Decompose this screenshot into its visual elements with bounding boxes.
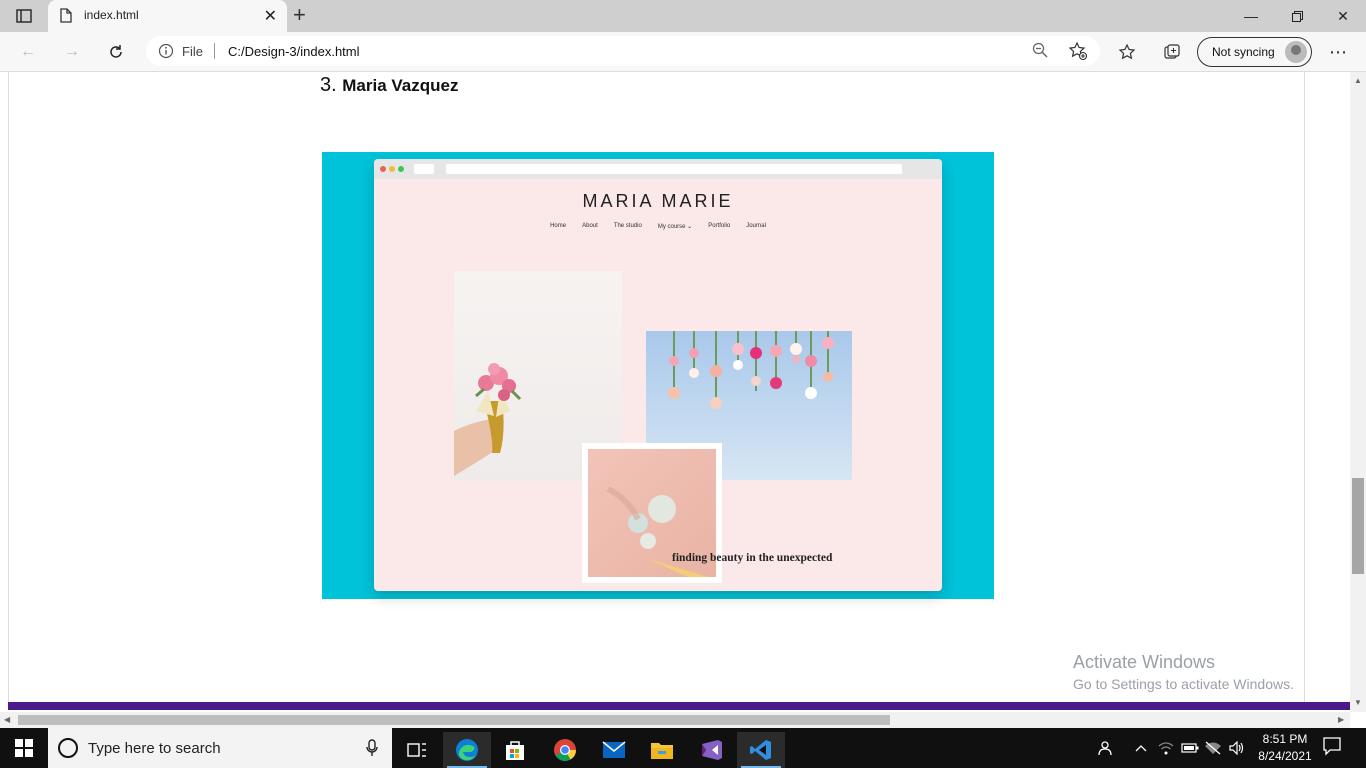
chevron-up-icon[interactable]: [1132, 728, 1150, 768]
favorites-icon[interactable]: [1115, 40, 1139, 64]
task-view-icon[interactable]: [393, 732, 441, 768]
mock-close-dot: [380, 166, 386, 172]
mock-maximize-dot: [398, 166, 404, 172]
mock-site-tagline: finding beauty in the unexpected: [672, 552, 833, 564]
people-icon[interactable]: [1094, 728, 1116, 768]
file-explorer-icon[interactable]: [638, 732, 686, 768]
network-icon[interactable]: [1156, 728, 1176, 768]
microphone-icon[interactable]: [366, 739, 378, 762]
tab-actions-icon[interactable]: [10, 7, 38, 25]
close-window-button[interactable]: ✕: [1320, 0, 1366, 32]
portfolio-screenshot-image: MARIA MARIE Home About The studio My cou…: [322, 152, 994, 599]
mock-menu-item: Home: [550, 223, 567, 229]
address-prefix: File: [182, 44, 203, 59]
mock-nav-buttons: [414, 164, 434, 174]
browser-toolbar: ← → File C:/Design-3/index.html Not sync…: [0, 32, 1366, 72]
windows-taskbar: Type here to search 8:51 PM 8/24/2021: [0, 728, 1366, 768]
taskbar-clock[interactable]: 8:51 PM 8/24/2021: [1250, 731, 1320, 765]
mock-menu-item: Portfolio: [708, 223, 731, 229]
clock-time: 8:51 PM: [1262, 732, 1308, 746]
page-viewport: 3. Maria Vazquez MARIA MARIE Home About …: [0, 72, 1350, 712]
mock-site-menu: Home About The studio My course ⌄ Portfo…: [374, 223, 942, 230]
zoom-icon[interactable]: [1032, 42, 1048, 63]
mock-site-title: MARIA MARIE: [582, 191, 734, 211]
add-favorite-icon[interactable]: [1068, 41, 1088, 66]
taskbar-search-box[interactable]: Type here to search: [48, 728, 392, 768]
battery-icon[interactable]: [1180, 728, 1200, 768]
chrome-icon[interactable]: [541, 732, 589, 768]
clock-date: 8/24/2021: [1258, 749, 1312, 763]
vertical-scroll-thumb[interactable]: [1352, 478, 1364, 574]
windows-logo-icon: [15, 739, 33, 757]
mock-menu-item: My course ⌄: [657, 224, 693, 230]
page-border-right: [1304, 72, 1305, 702]
url-text[interactable]: C:/Design-3/index.html: [228, 44, 360, 59]
mock-browser-window: MARIA MARIE Home About The studio My cou…: [374, 159, 942, 591]
info-icon[interactable]: [158, 43, 174, 64]
title-bar: index.html ✕ + — ✕: [0, 0, 1366, 32]
store-icon[interactable]: [491, 732, 539, 768]
minimize-button[interactable]: —: [1228, 0, 1274, 32]
address-separator: [214, 43, 215, 59]
new-tab-button[interactable]: +: [293, 4, 306, 26]
mock-menu-item: The studio: [613, 223, 642, 229]
tab-title: index.html: [84, 8, 139, 22]
vertical-scrollbar[interactable]: ▲ ▼: [1350, 72, 1366, 712]
more-menu-icon[interactable]: ⋯: [1326, 40, 1350, 64]
search-placeholder: Type here to search: [88, 740, 221, 757]
mock-browser-bar: [374, 159, 942, 179]
edge-icon[interactable]: [443, 732, 491, 768]
mail-icon[interactable]: [590, 732, 638, 768]
horizontal-scroll-thumb[interactable]: [18, 715, 890, 725]
item-number: 3.: [320, 74, 337, 96]
address-bar[interactable]: File C:/Design-3/index.html: [146, 36, 1100, 66]
scroll-down-icon[interactable]: ▼: [1354, 698, 1362, 707]
wifi-off-icon[interactable]: [1203, 728, 1223, 768]
page-border-left: [8, 72, 9, 702]
mock-minimize-dot: [389, 166, 395, 172]
mock-menu-item: Journal: [746, 223, 766, 229]
forward-button[interactable]: →: [60, 40, 84, 64]
scroll-left-icon[interactable]: ◀: [4, 715, 10, 724]
item-name: Maria Vazquez: [342, 76, 459, 95]
close-tab-icon[interactable]: ✕: [264, 6, 277, 26]
cortana-icon: [58, 738, 78, 758]
scroll-up-icon[interactable]: ▲: [1354, 76, 1362, 85]
mock-menu-item: About: [582, 223, 598, 229]
footer-accent-line: [8, 702, 1350, 710]
profile-sync-button[interactable]: Not syncing: [1197, 37, 1312, 67]
start-button[interactable]: [0, 728, 48, 768]
mock-url-bar: [446, 164, 902, 174]
restore-button[interactable]: [1274, 0, 1320, 32]
horizontal-scrollbar[interactable]: ◀ ▶: [0, 712, 1350, 728]
collections-icon[interactable]: [1160, 40, 1184, 64]
notification-center-icon[interactable]: [1322, 736, 1342, 761]
refresh-button[interactable]: [104, 40, 128, 64]
vscode-icon[interactable]: [737, 732, 785, 768]
visual-studio-icon[interactable]: [688, 732, 736, 768]
volume-icon[interactable]: [1226, 728, 1248, 768]
scroll-right-icon[interactable]: ▶: [1338, 715, 1344, 724]
avatar-icon: [1285, 41, 1307, 63]
page-icon: [60, 8, 72, 28]
list-item-heading: 3. Maria Vazquez: [320, 74, 458, 97]
tab-active[interactable]: index.html ✕: [48, 0, 287, 32]
activate-windows-subtitle: Go to Settings to activate Windows.: [1073, 676, 1294, 692]
back-button[interactable]: ←: [16, 40, 40, 64]
sync-label: Not syncing: [1212, 45, 1275, 59]
activate-windows-title: Activate Windows: [1073, 652, 1216, 672]
